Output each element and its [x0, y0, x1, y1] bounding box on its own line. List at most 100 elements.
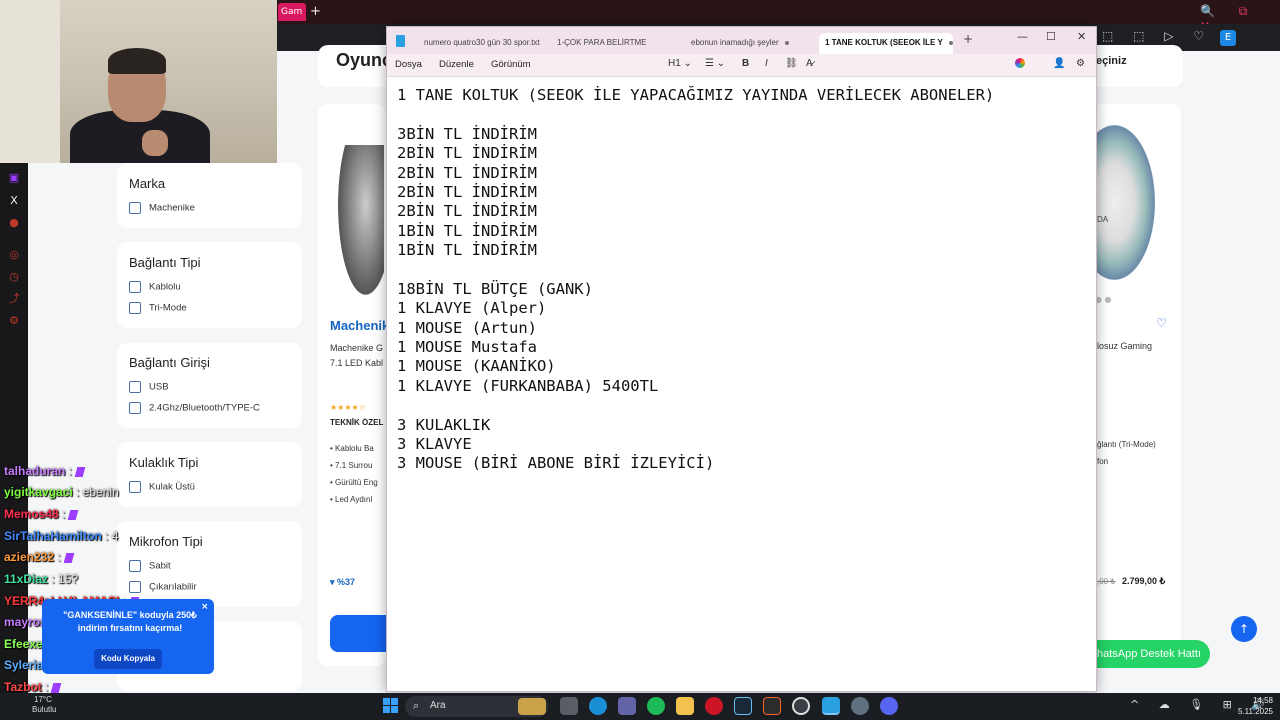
settings-icon[interactable]: [851, 697, 869, 715]
chat-message: Memos48 :: [4, 507, 79, 521]
product-image[interactable]: [1097, 125, 1155, 280]
filter-title: Kulaklık Tipi: [129, 455, 199, 470]
whatsapp-support-button[interactable]: hatsApp Destek Hattı: [1097, 640, 1210, 668]
favorite-heart-icon[interactable]: ♡: [1156, 316, 1167, 330]
chat-username[interactable]: yigitkavgaci: [4, 485, 73, 499]
clear-format-icon[interactable]: A̷: [806, 58, 813, 69]
heading-dropdown[interactable]: H1 ⌄: [668, 58, 692, 69]
filter-option-over-ear[interactable]: Kulak Üstü: [129, 481, 195, 493]
chat-username[interactable]: talhaduran: [4, 464, 65, 478]
chat-text: :: [54, 550, 61, 564]
maximize-button[interactable]: ☐: [1046, 30, 1056, 43]
text-line: 2BİN TL İNDİRİM: [397, 202, 537, 221]
menu-file[interactable]: Dosya: [395, 59, 422, 70]
notepad-tab[interactable]: 1-ÇOK PARA BELİRTME: [557, 33, 675, 54]
edge-icon[interactable]: [589, 697, 607, 715]
profile-avatar[interactable]: E: [1220, 30, 1236, 46]
product-name[interactable]: Machenik: [330, 318, 389, 333]
share-icon[interactable]: ⤴: [7, 292, 21, 306]
copilot-icon[interactable]: [1015, 58, 1025, 68]
checkbox[interactable]: [129, 581, 141, 593]
list-dropdown[interactable]: ☰ ⌄: [705, 58, 725, 69]
account-icon[interactable]: 👤: [1053, 58, 1065, 69]
search-input[interactable]: Ara: [430, 700, 446, 711]
teams-icon[interactable]: [618, 697, 636, 715]
text-line: 3 MOUSE (BİRİ ABONE BİRİ İZLEYİCİ): [397, 454, 715, 473]
notepad-tab[interactable]: numero quatro30 gün 30 spor.txt: [424, 33, 552, 54]
chat-username[interactable]: Tazbot: [4, 680, 42, 694]
search-icon: ⌕: [413, 699, 420, 712]
windows-start-icon[interactable]: [383, 698, 398, 713]
checkbox[interactable]: [129, 560, 141, 572]
copy-code-button[interactable]: Kodu Kopyala: [94, 649, 162, 669]
chat-message: SirTalhaHamilton : 4: [4, 529, 118, 543]
text-line: [397, 105, 1087, 124]
close-button[interactable]: ✕: [1077, 30, 1086, 43]
x-icon[interactable]: X: [7, 194, 21, 208]
italic-button[interactable]: I: [765, 58, 768, 69]
notepad-window: numero quatro30 gün 30 spor.txt 1-ÇOK PA…: [386, 26, 1097, 692]
record-icon[interactable]: ◎: [7, 248, 21, 262]
checkbox[interactable]: [129, 202, 141, 214]
youtube-icon[interactable]: ●: [7, 216, 21, 230]
weather-widget[interactable]: 17°C Bulutlu: [4, 695, 56, 715]
spotify-icon[interactable]: [647, 697, 665, 715]
add-to-cart-button[interactable]: [330, 615, 386, 652]
chat-text: : 4: [101, 529, 119, 543]
filter-option-wired[interactable]: Kablolu: [129, 281, 181, 293]
image-carousel-dots[interactable]: ● ●: [1095, 295, 1112, 304]
filter-option-wireless[interactable]: 2.4Ghz/Bluetooth/TYPE-C: [129, 402, 260, 414]
checkbox[interactable]: [129, 381, 141, 393]
clock[interactable]: 14:58 5.11.2025: [1233, 695, 1273, 717]
chat-username[interactable]: 11xDiaz: [4, 572, 48, 586]
opera-icon[interactable]: [705, 697, 723, 715]
clock-icon[interactable]: ◷: [7, 270, 21, 284]
filter-option-tri-mode[interactable]: Tri-Mode: [129, 302, 187, 314]
product-brand-text: DA: [1097, 215, 1109, 224]
steam-icon[interactable]: [734, 697, 752, 715]
notepad-tab-active[interactable]: 1 TANE KOLTUK (SEEOK İLE Y: [819, 33, 953, 54]
media-icon[interactable]: [763, 697, 781, 715]
text-line: 1 MOUSE (KAANİKO): [397, 357, 556, 376]
filter-option-fixed[interactable]: Sabit: [129, 560, 171, 572]
chat-username[interactable]: Memos48: [4, 507, 59, 521]
checkbox[interactable]: [129, 302, 141, 314]
notepad-new-tab-button[interactable]: +: [963, 32, 973, 46]
close-icon[interactable]: ×: [201, 602, 209, 612]
filter-option-removable[interactable]: Çıkarılabilir: [129, 581, 197, 593]
webcam-person-hair: [108, 48, 166, 74]
filter-title: Bağlantı Girişi: [129, 355, 210, 370]
checkbox[interactable]: [129, 281, 141, 293]
chrome-icon[interactable]: [792, 697, 810, 715]
chat-username[interactable]: SirTalhaHamilton: [4, 529, 102, 543]
twitch-icon[interactable]: ▣: [7, 171, 21, 185]
link-icon[interactable]: ⛓: [785, 58, 798, 69]
notepad-text-area[interactable]: 1 TANE KOLTUK (SEEOK İLE YAPACAĞIMIZ YAY…: [397, 86, 1087, 474]
checkbox[interactable]: [129, 402, 141, 414]
bold-button[interactable]: B: [742, 58, 749, 69]
taskbar-search[interactable]: ⌕ Ara: [405, 696, 548, 717]
scroll-to-top-button[interactable]: ↑: [1231, 616, 1257, 642]
minimize-button[interactable]: —: [1017, 30, 1028, 43]
chat-username[interactable]: azien232: [4, 550, 54, 564]
filter-option-machenike[interactable]: Machenike: [129, 202, 195, 214]
sort-select[interactable]: eçiniz: [1096, 55, 1127, 67]
discord-icon[interactable]: [880, 697, 898, 715]
filter-option-usb[interactable]: USB: [129, 381, 169, 393]
browser-tab[interactable]: Gam: [278, 3, 306, 21]
folder-icon[interactable]: [676, 697, 694, 715]
gear-icon[interactable]: ⚙: [7, 314, 21, 328]
notepad-icon[interactable]: [822, 697, 840, 715]
task-view-icon[interactable]: [560, 697, 578, 715]
text-line: 2BİN TL İNDİRİM: [397, 163, 537, 182]
chat-username[interactable]: Syleria: [4, 658, 43, 672]
list-item: • 7.1 Surrou: [330, 461, 373, 470]
menu-edit[interactable]: Düzenle: [439, 59, 474, 70]
text-line: 3BİN TL İNDİRİM: [397, 124, 537, 143]
browser-new-tab-button[interactable]: +: [310, 4, 321, 19]
notepad-tab[interactable]: ebonun inamadığı şeyler: [691, 33, 821, 54]
checkbox[interactable]: [129, 481, 141, 493]
product-image[interactable]: [338, 145, 384, 295]
settings-gear-icon[interactable]: ⚙: [1076, 58, 1085, 69]
menu-view[interactable]: Görünüm: [491, 59, 531, 70]
